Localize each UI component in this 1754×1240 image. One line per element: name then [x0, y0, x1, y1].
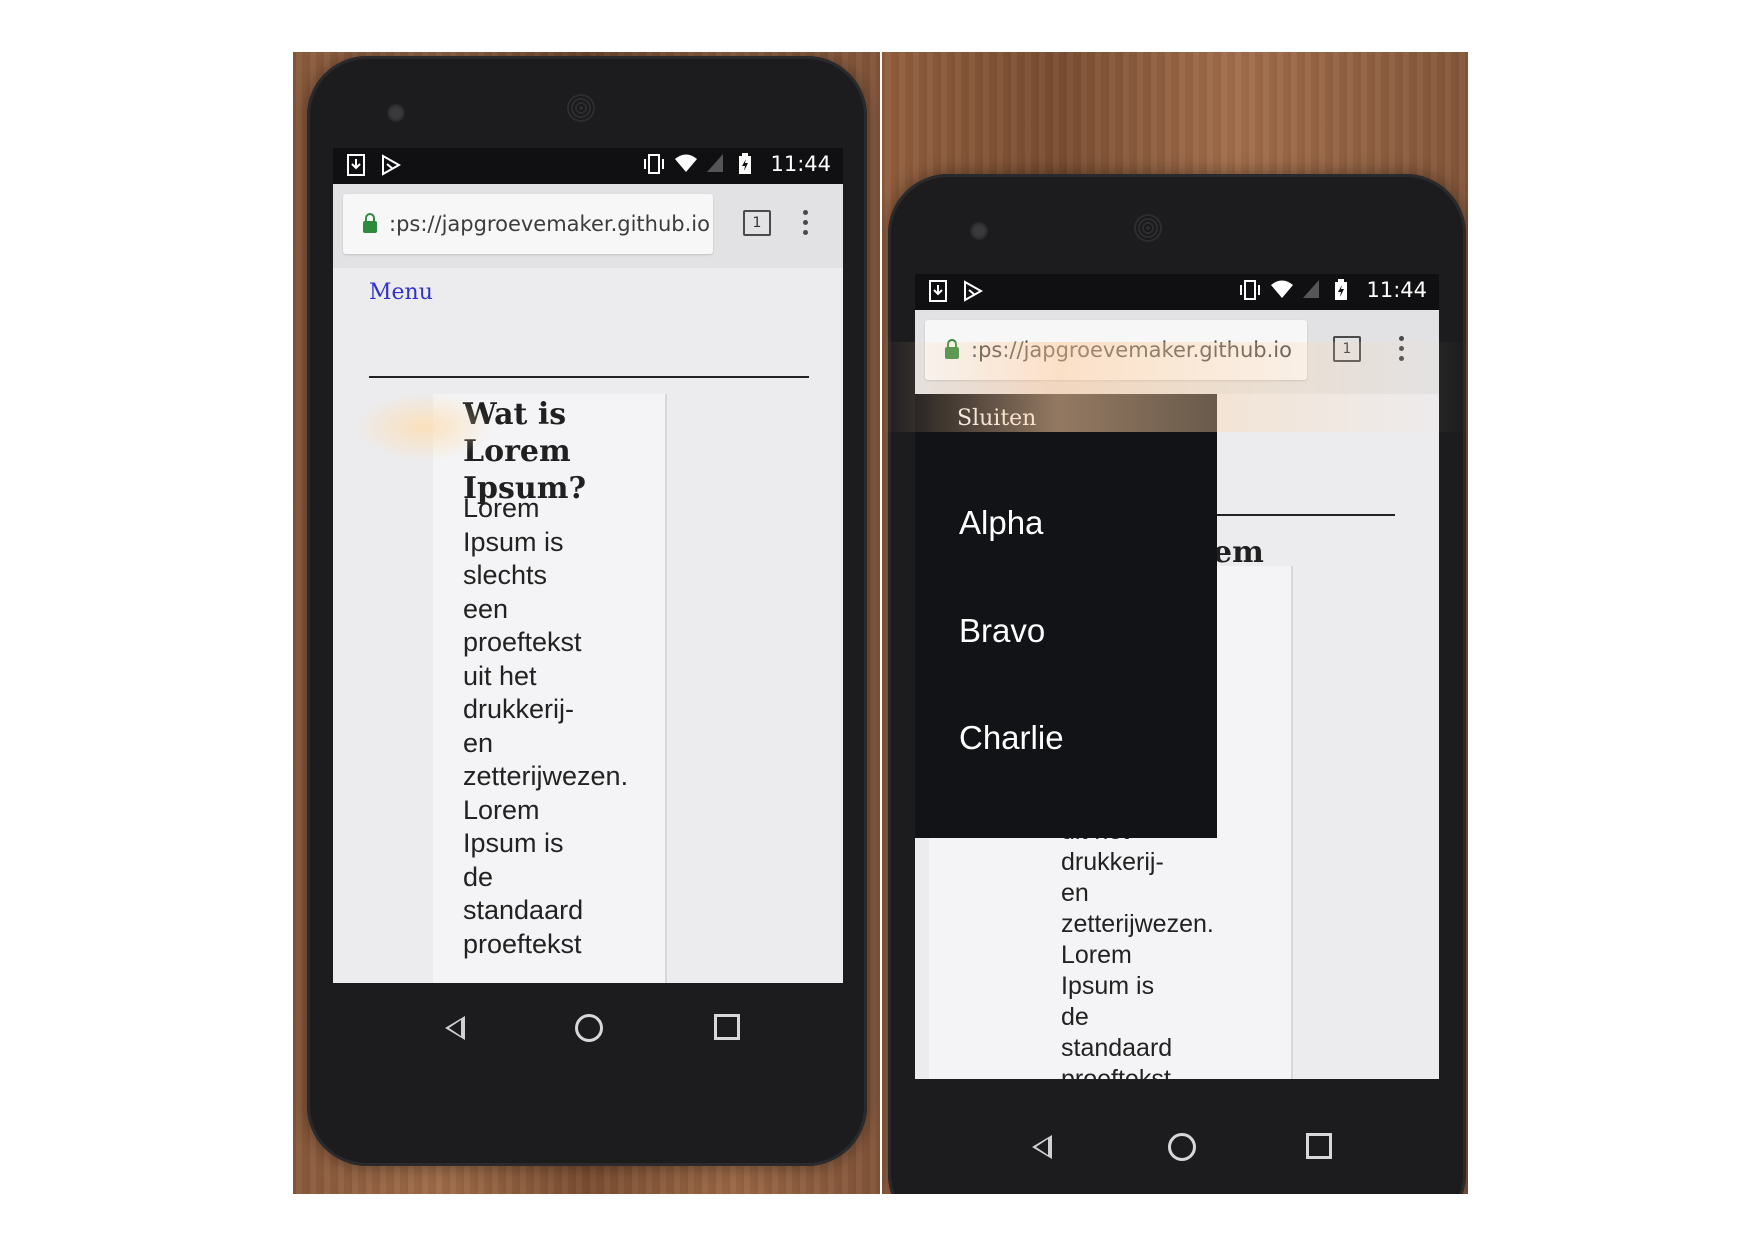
battery-charging-icon: [738, 153, 758, 175]
clock: 11:44: [1366, 278, 1427, 302]
recents-square-icon: [1306, 1133, 1332, 1159]
overflow-menu-icon[interactable]: [803, 210, 809, 238]
overflow-menu-icon[interactable]: [1399, 336, 1405, 364]
back-button[interactable]: [1032, 1135, 1052, 1159]
url-text: :ps://japgroevemaker.github.io: [389, 212, 710, 236]
lock-icon: [945, 339, 959, 359]
browser-toolbar: :ps://japgroevemaker.github.io 1: [915, 310, 1439, 394]
phone-screen: 11:44 :ps://japgroevemaker.github.io 1 M…: [333, 148, 843, 983]
recents-square-icon: [714, 1014, 740, 1040]
article-text-line: Ipsum is: [1061, 972, 1155, 1000]
vibrate-icon: [1238, 279, 1261, 301]
article-text-line: Lorem: [1061, 941, 1132, 969]
article-text-line: drukkerij-: [1061, 848, 1164, 876]
article-text-line: zetterijwezen.: [463, 761, 629, 791]
phone-device: 11:44 :ps://japgroevemaker.github.io 1 e…: [888, 174, 1466, 1194]
clock: 11:44: [770, 152, 831, 176]
menu-item-bravo[interactable]: Bravo: [959, 612, 1045, 650]
article-text-line: slechts: [463, 560, 548, 590]
article-text-line: de: [1061, 1003, 1089, 1031]
web-page: Menu Wat is Lorem Ipsum? Lorem Ipsum is …: [333, 268, 843, 983]
front-camera: [970, 222, 988, 240]
right-photo-panel: 11:44 :ps://japgroevemaker.github.io 1 e…: [882, 52, 1468, 1194]
battery-charging-icon: [1334, 279, 1354, 301]
back-triangle-icon: [445, 1016, 465, 1040]
back-triangle-icon: [1032, 1135, 1052, 1159]
article-text-line: standaard: [463, 895, 584, 925]
android-nav-bar: [307, 988, 867, 1073]
browser-toolbar: :ps://japgroevemaker.github.io 1: [333, 184, 843, 268]
play-store-icon: [963, 280, 984, 302]
article-heading-line: Wat is Lorem: [463, 397, 571, 469]
article-text-line: en: [463, 727, 494, 758]
menu-item-charlie[interactable]: Charlie: [959, 719, 1064, 757]
wifi-icon: [1270, 279, 1294, 301]
phone-device: 11:44 :ps://japgroevemaker.github.io 1 M…: [307, 56, 867, 1166]
article-text-line: een: [463, 593, 509, 624]
no-signal-icon: [706, 153, 726, 175]
no-signal-icon: [1302, 279, 1322, 301]
download-icon: [929, 280, 949, 302]
tab-switcher-button[interactable]: 1: [1333, 336, 1361, 362]
home-circle-icon: [1168, 1133, 1196, 1161]
status-bar: 11:44: [915, 274, 1439, 310]
navigation-flyout-menu: Sluiten Alpha Bravo Charlie: [915, 394, 1217, 838]
divider: [1205, 514, 1395, 516]
lock-icon: [363, 213, 377, 233]
recents-button[interactable]: [1306, 1133, 1332, 1159]
status-bar: 11:44: [333, 148, 843, 184]
phone-screen: 11:44 :ps://japgroevemaker.github.io 1 e…: [915, 274, 1439, 1079]
home-button[interactable]: [1168, 1133, 1196, 1161]
article-text-line: Ipsum is: [463, 526, 564, 557]
recents-button[interactable]: [714, 1014, 740, 1040]
android-nav-bar: [888, 1107, 1466, 1192]
article-text-line: proeftekst: [1061, 1065, 1171, 1079]
article-text-line: drukkerij-: [463, 694, 575, 724]
left-photo-panel: 11:44 :ps://japgroevemaker.github.io 1 M…: [293, 52, 880, 1194]
back-button[interactable]: [445, 1016, 465, 1040]
menu-item-alpha[interactable]: Alpha: [959, 504, 1043, 542]
earpiece-speaker: [567, 94, 595, 122]
address-bar[interactable]: :ps://japgroevemaker.github.io: [343, 194, 713, 254]
divider: [369, 376, 809, 378]
article-card: Wat is Lorem Ipsum? Lorem Ipsum is slech…: [433, 394, 667, 983]
earpiece-speaker: [1134, 214, 1162, 242]
article-text-line: standaard: [1061, 1034, 1173, 1062]
home-circle-icon: [575, 1014, 603, 1042]
download-icon: [347, 154, 367, 176]
article-text-line: Ipsum is: [463, 828, 564, 858]
article-text-line: en: [1061, 879, 1089, 907]
article-text-line: zetterijwezen.: [1061, 910, 1214, 938]
url-text: :ps://japgroevemaker.github.io: [971, 338, 1292, 362]
menu-link[interactable]: Menu: [369, 280, 433, 305]
article-text-line: proeftekst: [463, 627, 582, 657]
article-text-line: Lorem: [463, 794, 540, 825]
address-bar[interactable]: :ps://japgroevemaker.github.io: [925, 320, 1307, 380]
article-text-line: uit het: [463, 660, 537, 691]
article-text-line: proeftekst: [463, 928, 582, 959]
article-text-line: Lorem: [463, 493, 540, 523]
close-menu-link[interactable]: Sluiten: [957, 406, 1036, 431]
wifi-icon: [674, 153, 698, 175]
tab-switcher-button[interactable]: 1: [743, 210, 771, 236]
front-camera: [387, 104, 405, 122]
home-button[interactable]: [575, 1014, 603, 1042]
vibrate-icon: [642, 153, 665, 175]
article-text-line: de: [463, 861, 494, 892]
panel-separator: [880, 52, 882, 1194]
play-store-icon: [381, 154, 402, 176]
